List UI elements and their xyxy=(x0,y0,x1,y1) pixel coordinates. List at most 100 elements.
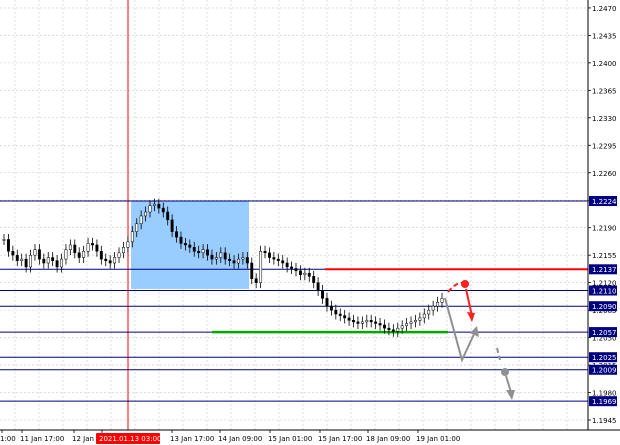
candle-body xyxy=(166,211,170,221)
candle-body xyxy=(396,327,400,332)
candle-body xyxy=(46,257,50,264)
candle-body xyxy=(197,250,201,254)
level-tag-label: 1.1969 xyxy=(592,398,617,406)
red-forecast-dot xyxy=(461,280,469,288)
candle-body xyxy=(170,219,174,232)
candle-body xyxy=(82,250,86,258)
candle-body xyxy=(201,249,205,254)
candle-body xyxy=(440,298,444,303)
y-tick-label: 1.2295 xyxy=(592,142,617,150)
candle-body xyxy=(188,244,192,248)
candle-body xyxy=(91,243,94,246)
candle-body xyxy=(378,323,382,326)
candle-body xyxy=(11,250,15,256)
candle-body xyxy=(427,309,431,315)
candle-body xyxy=(228,258,232,261)
candle-body xyxy=(294,268,298,272)
x-tick-label: 15 Jan 01:00 xyxy=(268,435,312,443)
candle-body xyxy=(352,320,355,323)
candle-body xyxy=(414,320,417,323)
candle-body xyxy=(303,272,307,276)
candle-body xyxy=(436,302,440,307)
candle-body xyxy=(60,258,63,268)
candle-body xyxy=(369,320,373,323)
candle-body xyxy=(290,266,294,269)
candle-body xyxy=(232,260,236,264)
candle-body xyxy=(321,290,324,299)
candle-body xyxy=(254,278,258,283)
candle-body xyxy=(210,254,214,260)
candle-body xyxy=(148,205,152,213)
price-chart: 1.2470 1.2435 1.2400 1.2365 1.2330 1.2295 1.22… xyxy=(0,0,620,444)
candle-body xyxy=(223,252,227,260)
candle-body xyxy=(422,313,426,319)
candle-body xyxy=(64,249,68,260)
y-tick-label: 1.2365 xyxy=(592,87,617,95)
candle-body xyxy=(29,254,32,268)
candle-body xyxy=(117,252,121,258)
candle-body xyxy=(122,247,125,254)
candle-body xyxy=(206,249,209,256)
candle-body xyxy=(135,223,139,232)
x-tick-label: 1:00 xyxy=(0,435,16,443)
y-tick-label: 1.2435 xyxy=(592,32,617,40)
candle-body xyxy=(104,258,108,261)
x-tick-label: 15 Jan 17:00 xyxy=(318,435,362,443)
candle-body xyxy=(405,323,409,327)
candle-body xyxy=(245,257,249,264)
y-tick-label: 1.2400 xyxy=(592,60,617,68)
candle-body xyxy=(2,239,6,241)
candle-body xyxy=(391,329,395,332)
candle-body xyxy=(24,258,28,268)
candle-body xyxy=(312,276,316,283)
candle-body xyxy=(33,249,37,256)
candle-body xyxy=(55,260,59,268)
forecast-arrows xyxy=(444,280,515,400)
candle-body xyxy=(113,257,117,264)
candle-body xyxy=(161,207,165,213)
candle-body xyxy=(316,282,320,291)
candle-body xyxy=(219,252,223,258)
grid-lines xyxy=(0,0,588,430)
candle-body xyxy=(325,298,329,307)
candle-body xyxy=(409,321,413,324)
level-tag-label: 1.2137 xyxy=(592,266,617,274)
candle-body xyxy=(130,231,134,243)
candle-body xyxy=(285,262,289,268)
candle-body xyxy=(68,244,72,250)
level-tag-label: 1.2009 xyxy=(592,367,617,375)
y-tick-label: 1.2330 xyxy=(592,115,617,123)
x-tick-label: 18 Jan 09:00 xyxy=(366,435,410,443)
x-tick-label: 19 Jan 01:00 xyxy=(416,435,460,443)
candle-body xyxy=(343,315,347,319)
y-tick-label: 1.1945 xyxy=(592,417,617,425)
x-tick-label: 13 Jan 17:00 xyxy=(170,435,214,443)
y-tick-label: 1.2155 xyxy=(592,252,617,260)
candle-body xyxy=(418,317,422,321)
candle-body xyxy=(6,239,10,252)
candle-body xyxy=(334,309,338,315)
level-lines xyxy=(0,200,588,402)
candle-body xyxy=(241,257,245,260)
candle-body xyxy=(157,203,161,209)
level-tag-label: 1.2025 xyxy=(592,354,617,362)
candle-body xyxy=(99,250,103,260)
level-tag-label: 1.2090 xyxy=(592,303,617,311)
candle-body xyxy=(144,211,148,217)
candle-body xyxy=(126,241,130,248)
candle-body xyxy=(179,236,183,244)
date-tag-label: 2021.01.13 03:00 xyxy=(99,435,161,443)
candle-body xyxy=(356,321,360,324)
candle-body xyxy=(281,260,285,264)
candle-body xyxy=(365,320,369,323)
candle-body xyxy=(338,313,342,316)
candle-body xyxy=(268,252,271,258)
candle-body xyxy=(431,305,435,311)
candle-body xyxy=(374,321,378,324)
candle-body xyxy=(360,321,364,324)
gray-second-dash xyxy=(496,347,501,361)
y-tick-label: 1.2260 xyxy=(592,170,617,178)
candle-body xyxy=(175,231,178,238)
candle-body xyxy=(42,258,46,264)
candle-body xyxy=(77,252,81,258)
